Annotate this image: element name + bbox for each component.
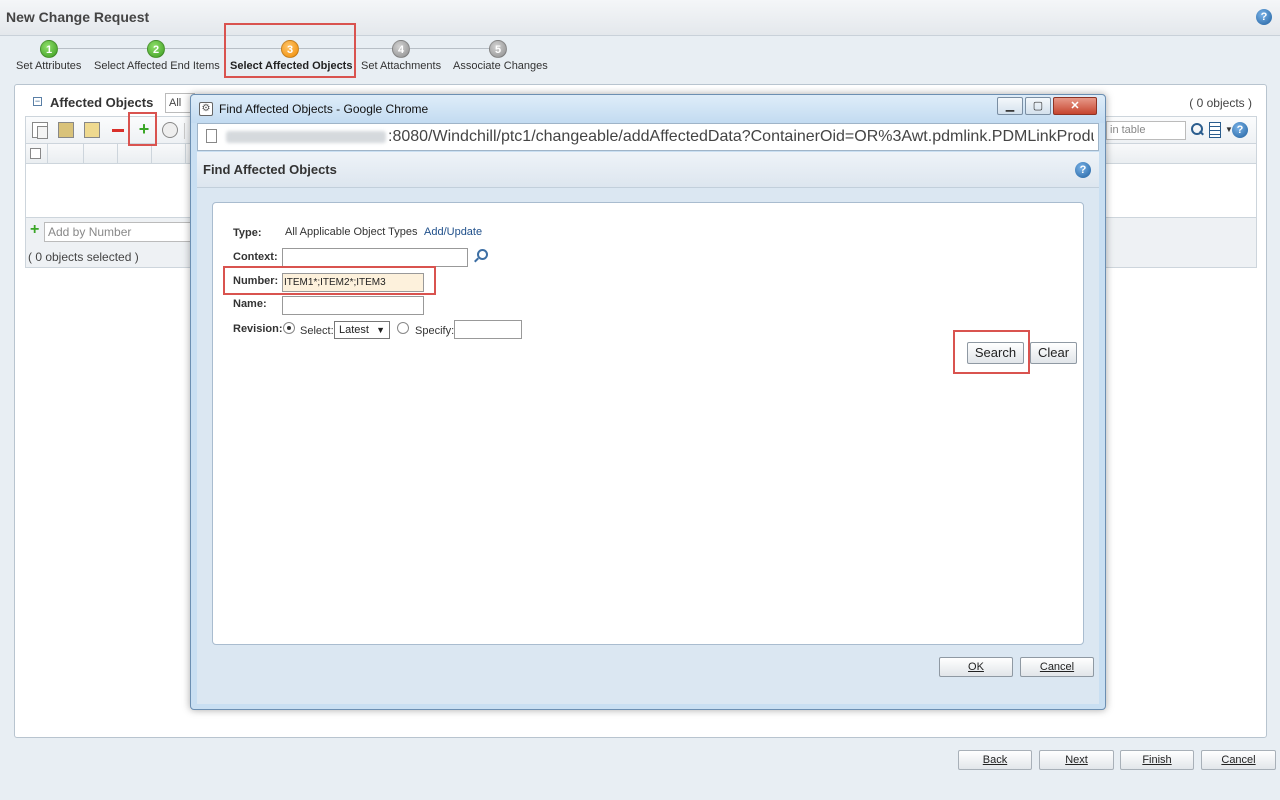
- chevron-down-icon: ▼: [376, 325, 385, 335]
- collapse-icon[interactable]: −: [33, 97, 42, 106]
- minimize-button[interactable]: ▁: [997, 97, 1023, 115]
- revision-specify-radio[interactable]: [397, 322, 409, 334]
- collect-icon[interactable]: [162, 122, 178, 138]
- highlight-search-button: [953, 330, 1030, 374]
- ok-button[interactable]: OK: [939, 657, 1013, 677]
- highlight-add-icon: [128, 112, 157, 146]
- dialog-cancel-button[interactable]: Cancel: [1020, 657, 1094, 677]
- name-label: Name:: [233, 298, 267, 310]
- step-2-label: Select Affected End Items: [94, 60, 220, 72]
- add-by-number-icon[interactable]: +: [30, 222, 39, 238]
- name-input[interactable]: [282, 296, 424, 315]
- select-all-column: [26, 144, 48, 164]
- find-in-table-icon[interactable]: [1189, 122, 1205, 138]
- page-title: New Change Request: [6, 9, 150, 25]
- address-bar[interactable]: :8080/Windchill/ptc1/changeable/addAffec…: [197, 123, 1099, 151]
- step-5-label: Associate Changes: [453, 60, 548, 72]
- finish-button[interactable]: Finish: [1120, 750, 1194, 770]
- step-4-label: Set Attachments: [361, 60, 442, 72]
- wizard-steps: 1 Set Attributes 2 Select Affected End I…: [0, 36, 1280, 78]
- cancel-button[interactable]: Cancel: [1201, 750, 1276, 770]
- select-all-checkbox[interactable]: [30, 148, 41, 159]
- context-input[interactable]: [282, 248, 468, 267]
- table-column[interactable]: [84, 144, 118, 164]
- paste-icon[interactable]: [58, 122, 74, 138]
- maximize-button[interactable]: ▢: [1025, 97, 1051, 115]
- page-header: New Change Request ?: [0, 0, 1280, 36]
- find-affected-objects-window: ⚙ Find Affected Objects - Google Chrome …: [190, 94, 1106, 710]
- type-label: Type:: [233, 227, 262, 239]
- help-icon[interactable]: ?: [1256, 9, 1272, 25]
- add-update-link[interactable]: Add/Update: [424, 226, 482, 238]
- copy-icon[interactable]: [32, 122, 48, 139]
- dialog-content: Find Affected Objects ? Type: All Applic…: [197, 152, 1099, 704]
- toolbar-separator: [184, 123, 185, 139]
- next-button[interactable]: Next: [1039, 750, 1114, 770]
- revision-select-value: Latest: [339, 324, 369, 336]
- step-4-circle: 4: [392, 40, 410, 58]
- revision-label: Revision:: [233, 323, 283, 335]
- columns-icon[interactable]: [1209, 122, 1221, 138]
- table-column[interactable]: [152, 144, 186, 164]
- specify-input[interactable]: [454, 320, 522, 339]
- dialog-help-icon[interactable]: ?: [1075, 162, 1091, 178]
- type-value: All Applicable Object Types: [285, 226, 418, 238]
- table-help-icon[interactable]: ?: [1232, 122, 1248, 138]
- specify-label: Specify:: [415, 325, 455, 337]
- dialog-title: Find Affected Objects: [203, 162, 337, 177]
- back-button[interactable]: Back: [958, 750, 1032, 770]
- table-column[interactable]: [118, 144, 152, 164]
- page-icon: [206, 129, 217, 143]
- highlight-number-field: [223, 266, 436, 295]
- object-count: ( 0 objects ): [1189, 96, 1252, 110]
- step-1-circle: 1: [40, 40, 58, 58]
- url-host-redacted: [226, 131, 386, 143]
- step-1-label: Set Attributes: [16, 60, 82, 72]
- dialog-header: Find Affected Objects ?: [197, 152, 1099, 188]
- url-text[interactable]: :8080/Windchill/ptc1/changeable/addAffec…: [388, 128, 1094, 146]
- clear-button[interactable]: Clear: [1030, 342, 1077, 364]
- selected-count: ( 0 objects selected ): [28, 250, 139, 264]
- revision-select-dropdown[interactable]: Latest ▼: [334, 321, 390, 339]
- remove-icon[interactable]: [110, 122, 126, 138]
- step-2-circle: 2: [147, 40, 165, 58]
- select-label: Select:: [300, 325, 334, 337]
- revision-select-radio[interactable]: [283, 322, 295, 334]
- context-search-icon[interactable]: [473, 249, 488, 263]
- step-5-circle: 5: [489, 40, 507, 58]
- highlight-active-step: [224, 23, 356, 78]
- window-titlebar[interactable]: ⚙ Find Affected Objects - Google Chrome …: [191, 95, 1105, 123]
- section-title: Affected Objects: [50, 95, 154, 110]
- context-label: Context:: [233, 251, 278, 263]
- chrome-icon: ⚙: [199, 102, 213, 116]
- table-column[interactable]: [48, 144, 84, 164]
- window-title: Find Affected Objects - Google Chrome: [219, 102, 429, 116]
- close-button[interactable]: ✕: [1053, 97, 1097, 115]
- add-by-number-input[interactable]: Add by Number: [44, 222, 204, 242]
- search-in-table-input[interactable]: in table: [1106, 121, 1186, 140]
- paste-select-icon[interactable]: [84, 122, 100, 138]
